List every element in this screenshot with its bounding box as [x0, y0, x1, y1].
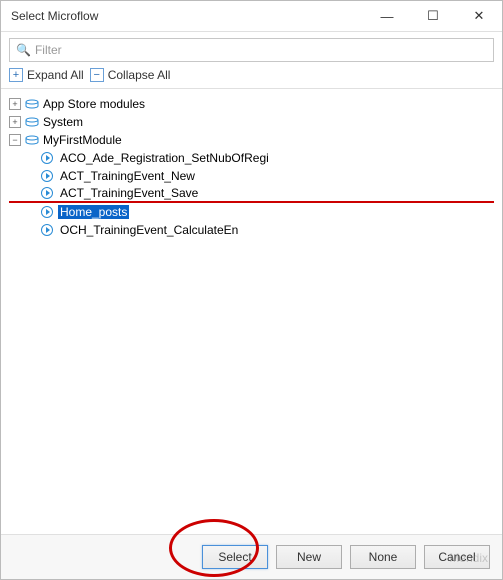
- expander-icon[interactable]: +: [9, 116, 21, 128]
- cancel-button[interactable]: Cancel: [424, 545, 490, 569]
- select-button[interactable]: Select: [202, 545, 268, 569]
- none-button[interactable]: None: [350, 545, 416, 569]
- tree-node-system[interactable]: + System: [9, 113, 494, 131]
- tree-node-microflow[interactable]: ACO_Ade_Registration_SetNubOfRegi: [9, 149, 494, 167]
- expander-icon[interactable]: +: [9, 98, 21, 110]
- tree-label: ACT_TrainingEvent_Save: [58, 186, 200, 200]
- spacer: [25, 170, 37, 182]
- tree-label: Home_posts: [58, 205, 129, 219]
- tree-label: System: [41, 115, 85, 129]
- tree-label: App Store modules: [41, 97, 147, 111]
- filter-input[interactable]: [35, 43, 487, 57]
- search-icon: 🔍: [16, 43, 31, 57]
- module-icon: [25, 99, 39, 109]
- microflow-icon: [41, 224, 53, 236]
- tree-label: ACO_Ade_Registration_SetNubOfRegi: [58, 151, 271, 165]
- spacer: [25, 224, 37, 236]
- expand-toolbar: + Expand All − Collapse All: [1, 64, 502, 89]
- close-button[interactable]: ✕: [456, 1, 502, 31]
- microflow-icon: [41, 206, 53, 218]
- tree-label: MyFirstModule: [41, 133, 124, 147]
- spacer: [25, 152, 37, 164]
- microflow-icon: [41, 170, 53, 182]
- tree-node-microflow[interactable]: OCH_TrainingEvent_CalculateEn: [9, 221, 494, 239]
- button-row: Select New None Cancel: [1, 534, 502, 579]
- filter-toolbar: 🔍: [1, 31, 502, 64]
- titlebar: Select Microflow — ☐ ✕: [1, 1, 502, 31]
- microflow-icon: [41, 187, 53, 199]
- expander-icon[interactable]: −: [9, 134, 21, 146]
- minus-icon: −: [90, 68, 104, 82]
- spacer: [25, 206, 37, 218]
- tree-node-microflow[interactable]: ACT_TrainingEvent_New: [9, 167, 494, 185]
- tree-view[interactable]: + App Store modules + System − MyFirstMo…: [1, 89, 502, 534]
- collapse-all-label: Collapse All: [108, 68, 171, 82]
- module-icon: [25, 135, 39, 145]
- new-button[interactable]: New: [276, 545, 342, 569]
- spacer: [25, 187, 37, 199]
- microflow-icon: [41, 152, 53, 164]
- tree-node-app-store[interactable]: + App Store modules: [9, 95, 494, 113]
- tree-node-microflow[interactable]: ACT_TrainingEvent_Save: [9, 185, 494, 203]
- minimize-button[interactable]: —: [364, 1, 410, 31]
- plus-icon: +: [9, 68, 23, 82]
- maximize-button[interactable]: ☐: [410, 1, 456, 31]
- expand-all-button[interactable]: + Expand All: [9, 68, 84, 82]
- window-title: Select Microflow: [11, 9, 364, 23]
- filter-box[interactable]: 🔍: [9, 38, 494, 62]
- expand-all-label: Expand All: [27, 68, 84, 82]
- collapse-all-button[interactable]: − Collapse All: [90, 68, 171, 82]
- module-icon: [25, 117, 39, 127]
- tree-node-microflow-selected[interactable]: Home_posts: [9, 203, 494, 221]
- tree-label: ACT_TrainingEvent_New: [58, 169, 197, 183]
- tree-node-myfirstmodule[interactable]: − MyFirstModule: [9, 131, 494, 149]
- tree-label: OCH_TrainingEvent_CalculateEn: [58, 223, 240, 237]
